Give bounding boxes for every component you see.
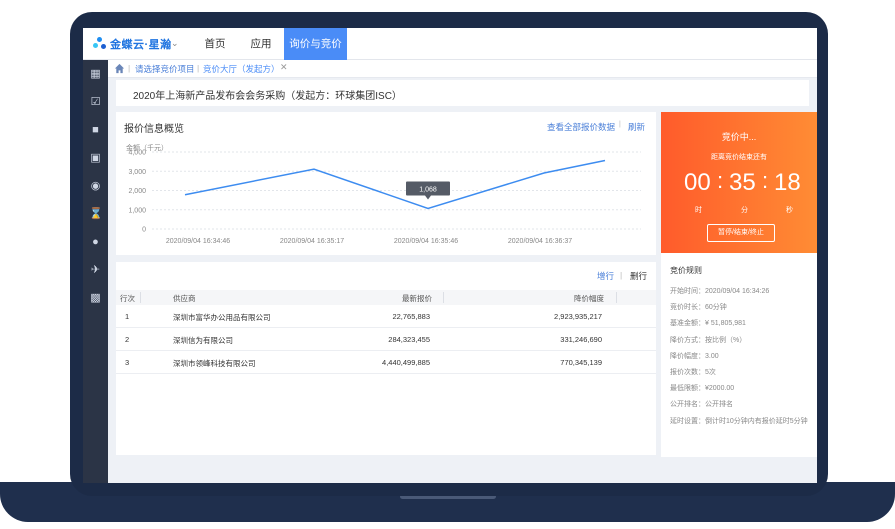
brand-name: 金蝶云·星瀚 xyxy=(110,39,172,51)
countdown-hours: 00 xyxy=(684,169,711,196)
header-index: 行次 xyxy=(120,294,135,303)
y-tick-label: 4,000 xyxy=(128,150,146,157)
delete-row-button[interactable]: 删行 xyxy=(630,270,647,282)
table-row[interactable]: 2 深圳信为有限公司 284,323,455 331,246,690 xyxy=(116,328,656,351)
sidebar-inbox-icon[interactable]: ▣ xyxy=(89,152,102,165)
rule-item: 降价幅度：3.00 xyxy=(670,352,719,360)
row-supplier: 深圳信为有限公司 xyxy=(173,336,233,345)
top-bar: 金蝶云·星瀚 ⌄ 首页 应用 询价与竞价 xyxy=(83,28,817,60)
y-tick-label: 2,000 xyxy=(128,188,146,195)
rule-item: 竞价时长：60分钟 xyxy=(670,304,727,312)
x-tick-label: 2020/09/04 16:36:37 xyxy=(508,238,572,245)
auction-countdown-card: 竞价中... 距离竞价结束还有 00 : 35 : 18 时 分 秒 暂停/结束… xyxy=(661,112,817,253)
auction-rules-panel: 竞价规则 开始时间：2020/09/04 16:34:26 竞价时长：60分钟基准… xyxy=(661,253,817,457)
rule-item: 报价次数：5次 xyxy=(670,369,716,376)
row-index: 3 xyxy=(125,358,130,367)
header-latest-quote: 最新报价 xyxy=(402,294,432,303)
line-chart: 4,000 3,000 2,000 1,000 0 2020/09/04 16:34:46… xyxy=(128,150,641,245)
sidebar-clipboard-icon[interactable]: ▦ xyxy=(89,68,102,81)
screen: 金蝶云·星瀚 ⌄ 首页 应用 询价与竞价 ▦ ☑ ■ ▣ ◉ ⌛ ● ✈ ▩ |… xyxy=(83,28,817,483)
sidebar-user-icon[interactable]: ● xyxy=(89,236,102,249)
table-row[interactable]: 1 深圳市富华办公用品有限公司 22,765,883 2,923,935,217 xyxy=(116,305,656,328)
tooltip-value: 1,068 xyxy=(419,186,437,193)
countdown-minutes: 35 xyxy=(729,169,756,196)
header-supplier: 供应商 xyxy=(173,294,196,303)
sidebar-check-icon[interactable]: ☑ xyxy=(89,96,102,109)
nav-apps[interactable]: 应用 xyxy=(241,28,281,60)
row-reduction: 331,246,690 xyxy=(560,335,602,344)
y-tick-label: 0 xyxy=(142,227,146,234)
quote-overview-panel: 报价信息概览 查看全部报价数据 | 刷新 金额（千元） 4,000 3,000 2,… xyxy=(116,112,656,255)
unit-minutes: 分 xyxy=(741,207,748,214)
rule-item: 降价方式：按比例（%） xyxy=(670,336,747,344)
rule-item: 开始时间：2020/09/04 16:34:26 xyxy=(670,288,770,295)
row-latest-quote: 22,765,883 xyxy=(392,312,430,321)
series-line xyxy=(184,159,606,210)
row-reduction: 770,345,139 xyxy=(560,358,602,367)
countdown-label: 距离竞价结束还有 xyxy=(711,154,767,161)
auction-status: 竞价中... xyxy=(721,132,757,142)
row-index: 2 xyxy=(125,335,130,344)
page-title-bar: 2020年上海新产品发布会会务采购（发起方：环球集团ISC） xyxy=(116,80,809,106)
page-title: 2020年上海新产品发布会会务采购（发起方：环球集团ISC） xyxy=(133,91,402,102)
tab-separator: | xyxy=(128,63,131,73)
row-divider xyxy=(116,373,656,374)
row-latest-quote: 4,440,499,885 xyxy=(382,358,430,367)
tabs-bar: | 请选择竞价项目 | 竞价大厅（发起方） ✕ xyxy=(108,60,817,78)
rule-item: 延时设置：倒计时10分钟内有报价延时5分钟 xyxy=(670,417,808,425)
sidebar-doc-icon[interactable]: ▩ xyxy=(89,292,102,305)
brand-logo[interactable]: 金蝶云·星瀚 xyxy=(93,34,172,54)
logo-icon xyxy=(93,37,107,51)
rules-title: 竞价规则 xyxy=(670,266,702,275)
x-tick-label: 2020/09/04 16:35:17 xyxy=(280,238,344,245)
row-supplier: 深圳市富华办公用品有限公司 xyxy=(173,313,271,322)
sidebar-cart-icon[interactable]: ■ xyxy=(89,124,102,137)
header-reduction: 降价幅度 xyxy=(574,294,604,303)
rule-item: 基准金额：¥ 51,805,981 xyxy=(670,320,746,328)
add-row-button[interactable]: 增行 xyxy=(597,270,614,282)
unit-seconds: 秒 xyxy=(786,207,793,214)
nav-home[interactable]: 首页 xyxy=(195,28,235,60)
countdown-seconds: 18 xyxy=(774,169,801,196)
rule-item: 最低限额：¥2000.00 xyxy=(670,385,735,393)
countdown-colon: : xyxy=(762,168,769,193)
rule-item: 公开排名：公开排名 xyxy=(670,401,733,409)
table-row[interactable]: 3 深圳市领峰科技有限公司 4,440,499,885 770,345,139 xyxy=(116,351,656,374)
row-latest-quote: 284,323,455 xyxy=(388,335,430,344)
button-separator: | xyxy=(620,270,623,280)
chart-tooltip: 1,068 xyxy=(406,181,450,200)
pause-end-terminate-button[interactable]: 暂停/结束/终止 xyxy=(707,224,775,242)
x-tick-label: 2020/09/04 16:35:46 xyxy=(394,238,458,245)
home-icon[interactable] xyxy=(114,63,125,74)
tab-select-project[interactable]: 请选择竞价项目 xyxy=(135,63,195,75)
row-reduction: 2,923,935,217 xyxy=(554,312,602,321)
countdown-colon: : xyxy=(717,168,724,193)
sidebar-cycle-icon[interactable]: ◉ xyxy=(89,180,102,193)
nav-inquiry-bidding[interactable]: 询价与竞价 xyxy=(284,28,347,60)
tab-separator: | xyxy=(197,63,200,73)
quote-table-panel: 增行 | 删行 行次 供应商 最新报价 降价幅度 1 深圳市富华办公用品有限公司 2… xyxy=(116,262,656,455)
y-tick-label: 1,000 xyxy=(128,207,146,214)
close-icon[interactable]: ✕ xyxy=(280,62,288,73)
row-supplier: 深圳市领峰科技有限公司 xyxy=(173,359,256,368)
chevron-down-icon[interactable]: ⌄ xyxy=(171,38,179,49)
table-header: 行次 供应商 最新报价 降价幅度 xyxy=(116,290,656,305)
sidebar: ▦ ☑ ■ ▣ ◉ ⌛ ● ✈ ▩ xyxy=(83,60,108,483)
row-index: 1 xyxy=(125,312,130,321)
tab-bidding-hall[interactable]: 竞价大厅（发起方） xyxy=(203,63,280,75)
x-tick-label: 2020/09/04 16:34:46 xyxy=(166,238,230,245)
sidebar-plane-icon[interactable]: ✈ xyxy=(89,264,102,277)
sidebar-hourglass-icon[interactable]: ⌛ xyxy=(89,208,103,221)
unit-hours: 时 xyxy=(695,207,702,214)
y-tick-label: 3,000 xyxy=(128,169,146,176)
